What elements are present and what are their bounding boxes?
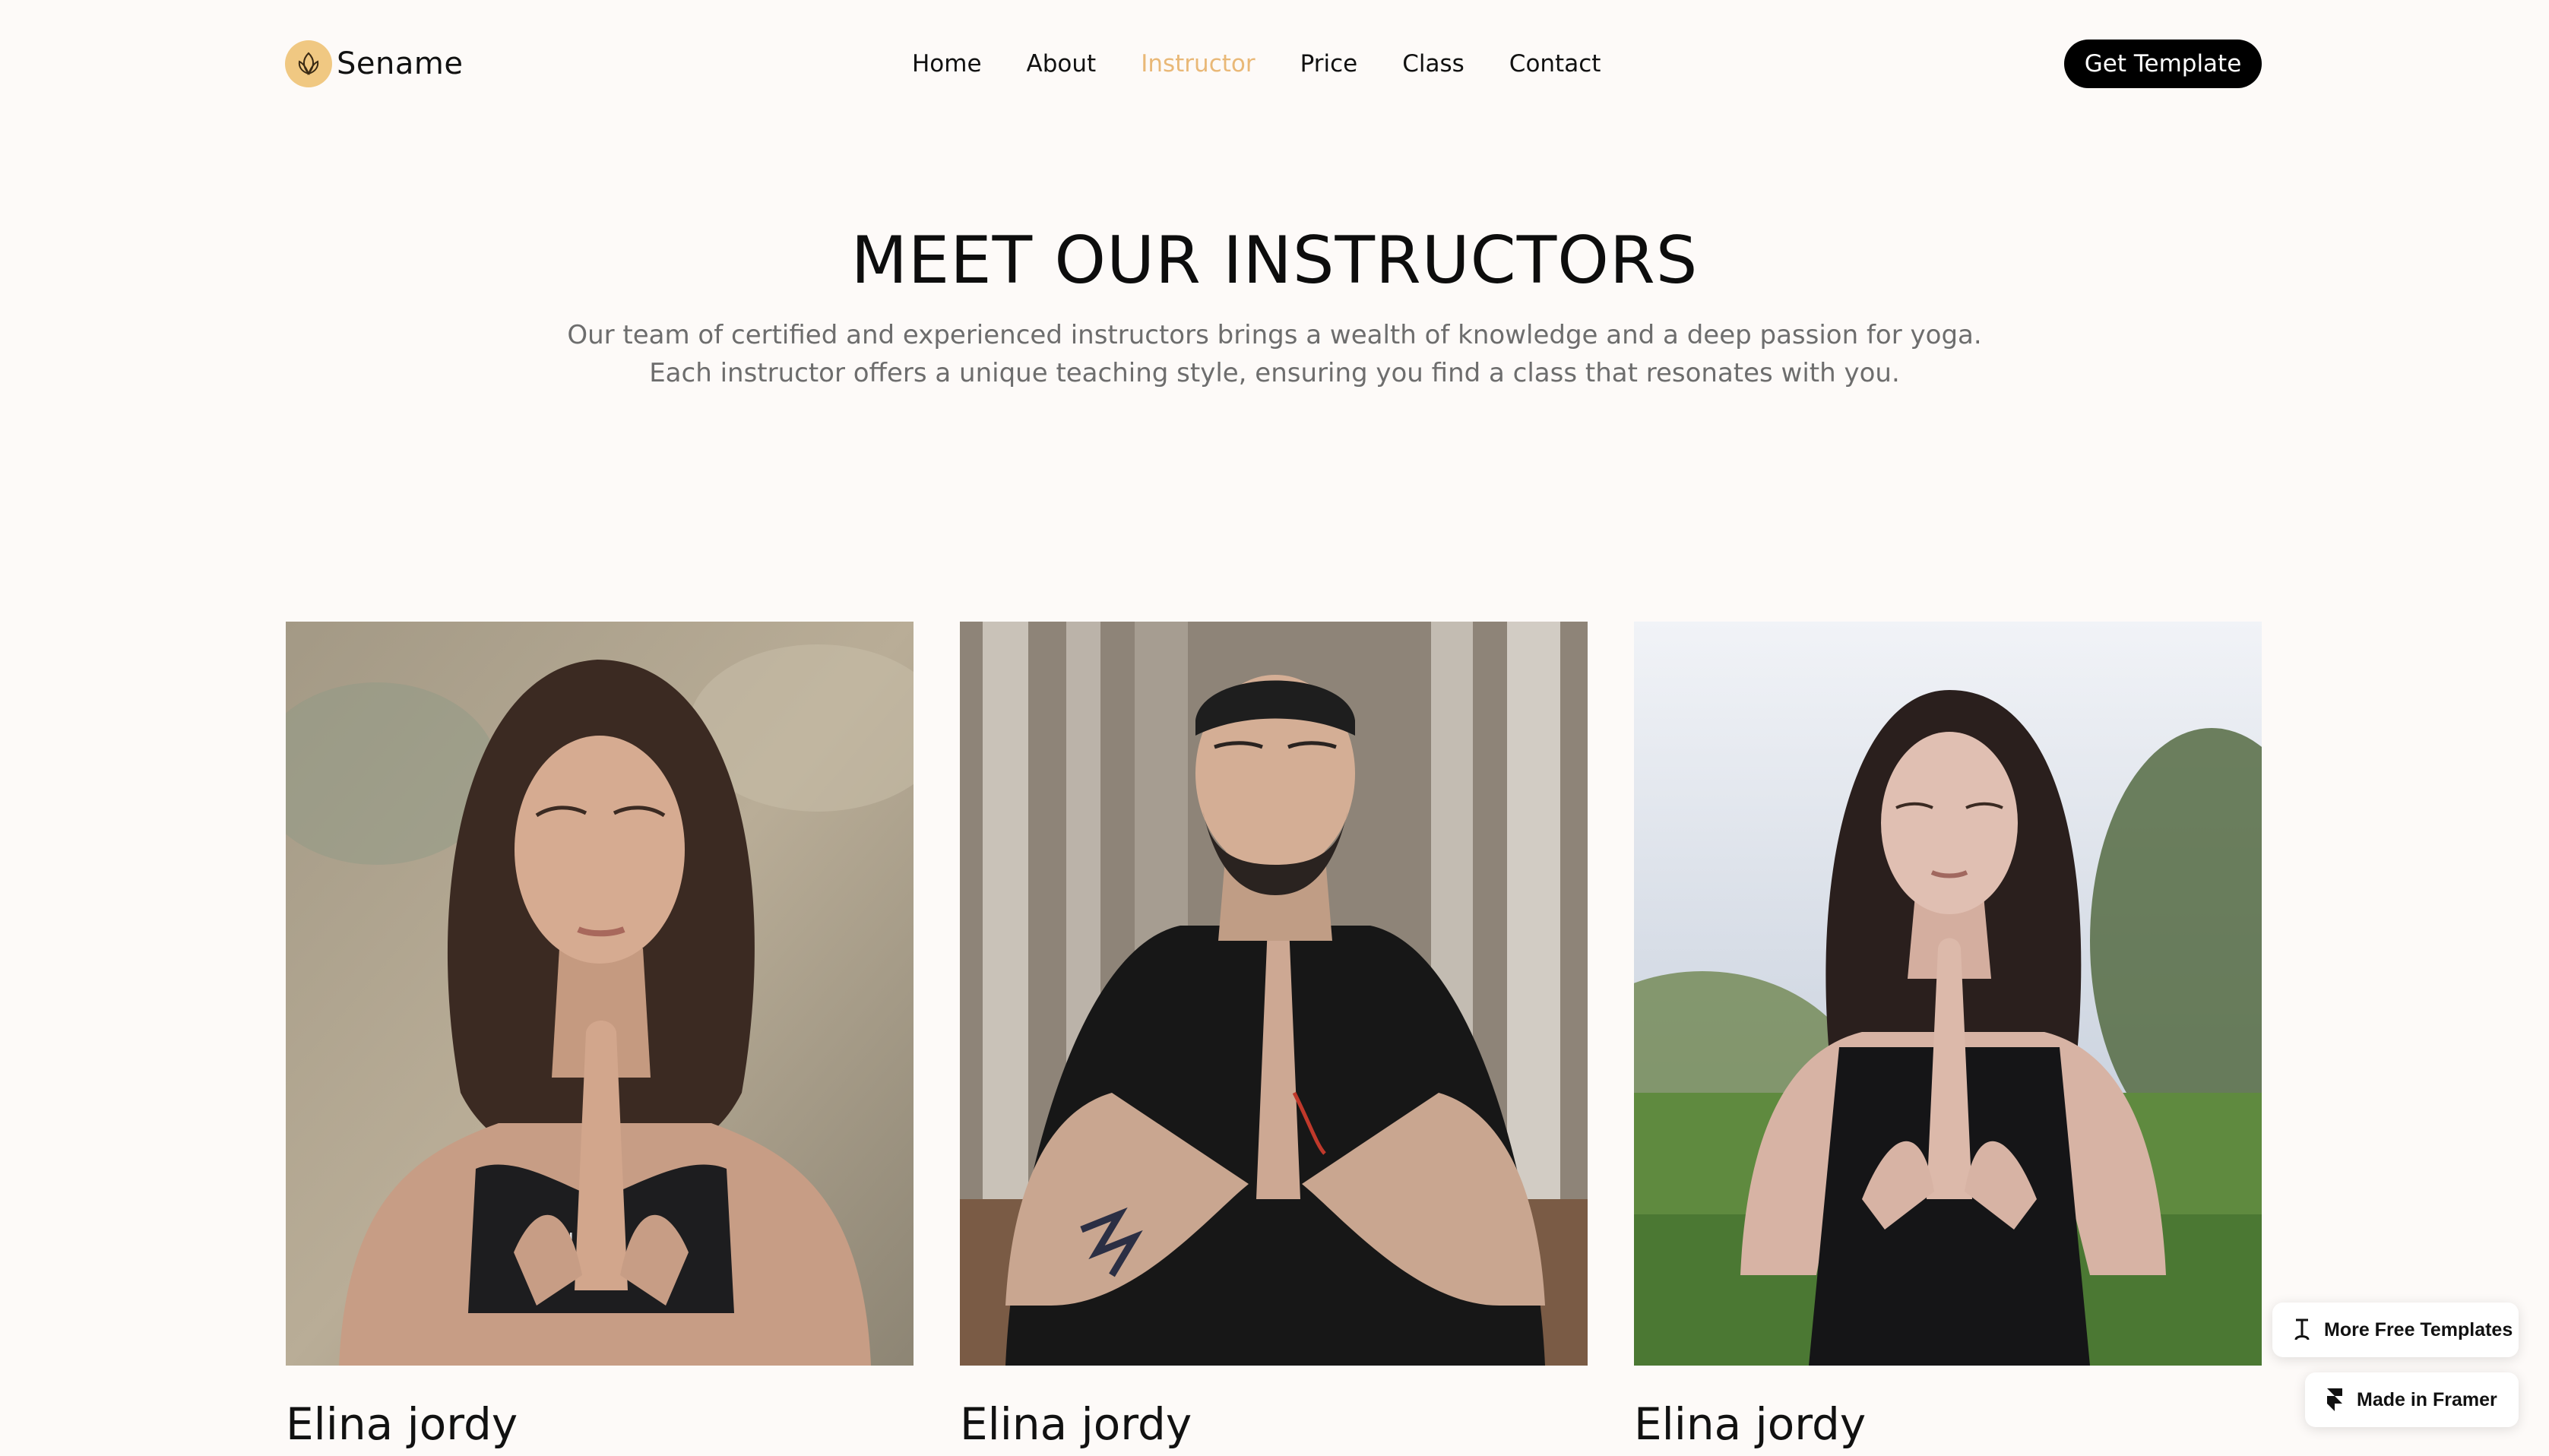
lotus-icon	[285, 40, 332, 87]
made-in-framer-label: Made in Framer	[2357, 1388, 2497, 1410]
instructor-card[interactable]: Elina jordy	[960, 622, 1588, 1451]
brand-logo[interactable]: Sename	[285, 40, 463, 88]
instructor-card[interactable]: Elina jordy	[1634, 622, 2262, 1451]
more-free-templates-badge[interactable]: More Free Templates	[2272, 1302, 2519, 1357]
nav-link-about[interactable]: About	[1027, 50, 1097, 78]
text-cursor-icon	[2291, 1318, 2313, 1341]
more-free-templates-label: More Free Templates	[2324, 1318, 2513, 1340]
instructor-photo	[1634, 622, 2262, 1366]
made-in-framer-badge[interactable]: Made in Framer	[2305, 1372, 2519, 1427]
nav-link-contact[interactable]: Contact	[1509, 50, 1601, 78]
section-title: MEET OUR INSTRUCTORS	[850, 223, 1699, 299]
instructor-photo: FIGH FIT	[286, 622, 914, 1366]
nav-link-instructor[interactable]: Instructor	[1141, 50, 1255, 78]
section-subtitle: Our team of certified and experienced in…	[567, 320, 1982, 388]
instructor-name: Elina jordy	[1634, 1398, 1867, 1450]
brand-name: Sename	[337, 46, 464, 81]
top-navigation: Sename Home About Instructor Price Class…	[0, 0, 2549, 129]
get-template-button[interactable]: Get Template	[2064, 40, 2262, 88]
instructor-name: Elina jordy	[286, 1398, 518, 1450]
page: Sename Home About Instructor Price Class…	[0, 0, 2549, 1456]
instructor-name: Elina jordy	[960, 1398, 1192, 1450]
instructor-card[interactable]: FIGH FIT Elina jordy	[286, 622, 914, 1451]
nav-link-price[interactable]: Price	[1300, 50, 1358, 78]
nav-links: Home About Instructor Price Class Contac…	[912, 44, 1601, 84]
nav-link-home[interactable]: Home	[912, 50, 982, 78]
framer-logo-icon	[2323, 1388, 2346, 1411]
instructor-photo	[960, 622, 1588, 1366]
nav-link-class[interactable]: Class	[1402, 50, 1464, 78]
